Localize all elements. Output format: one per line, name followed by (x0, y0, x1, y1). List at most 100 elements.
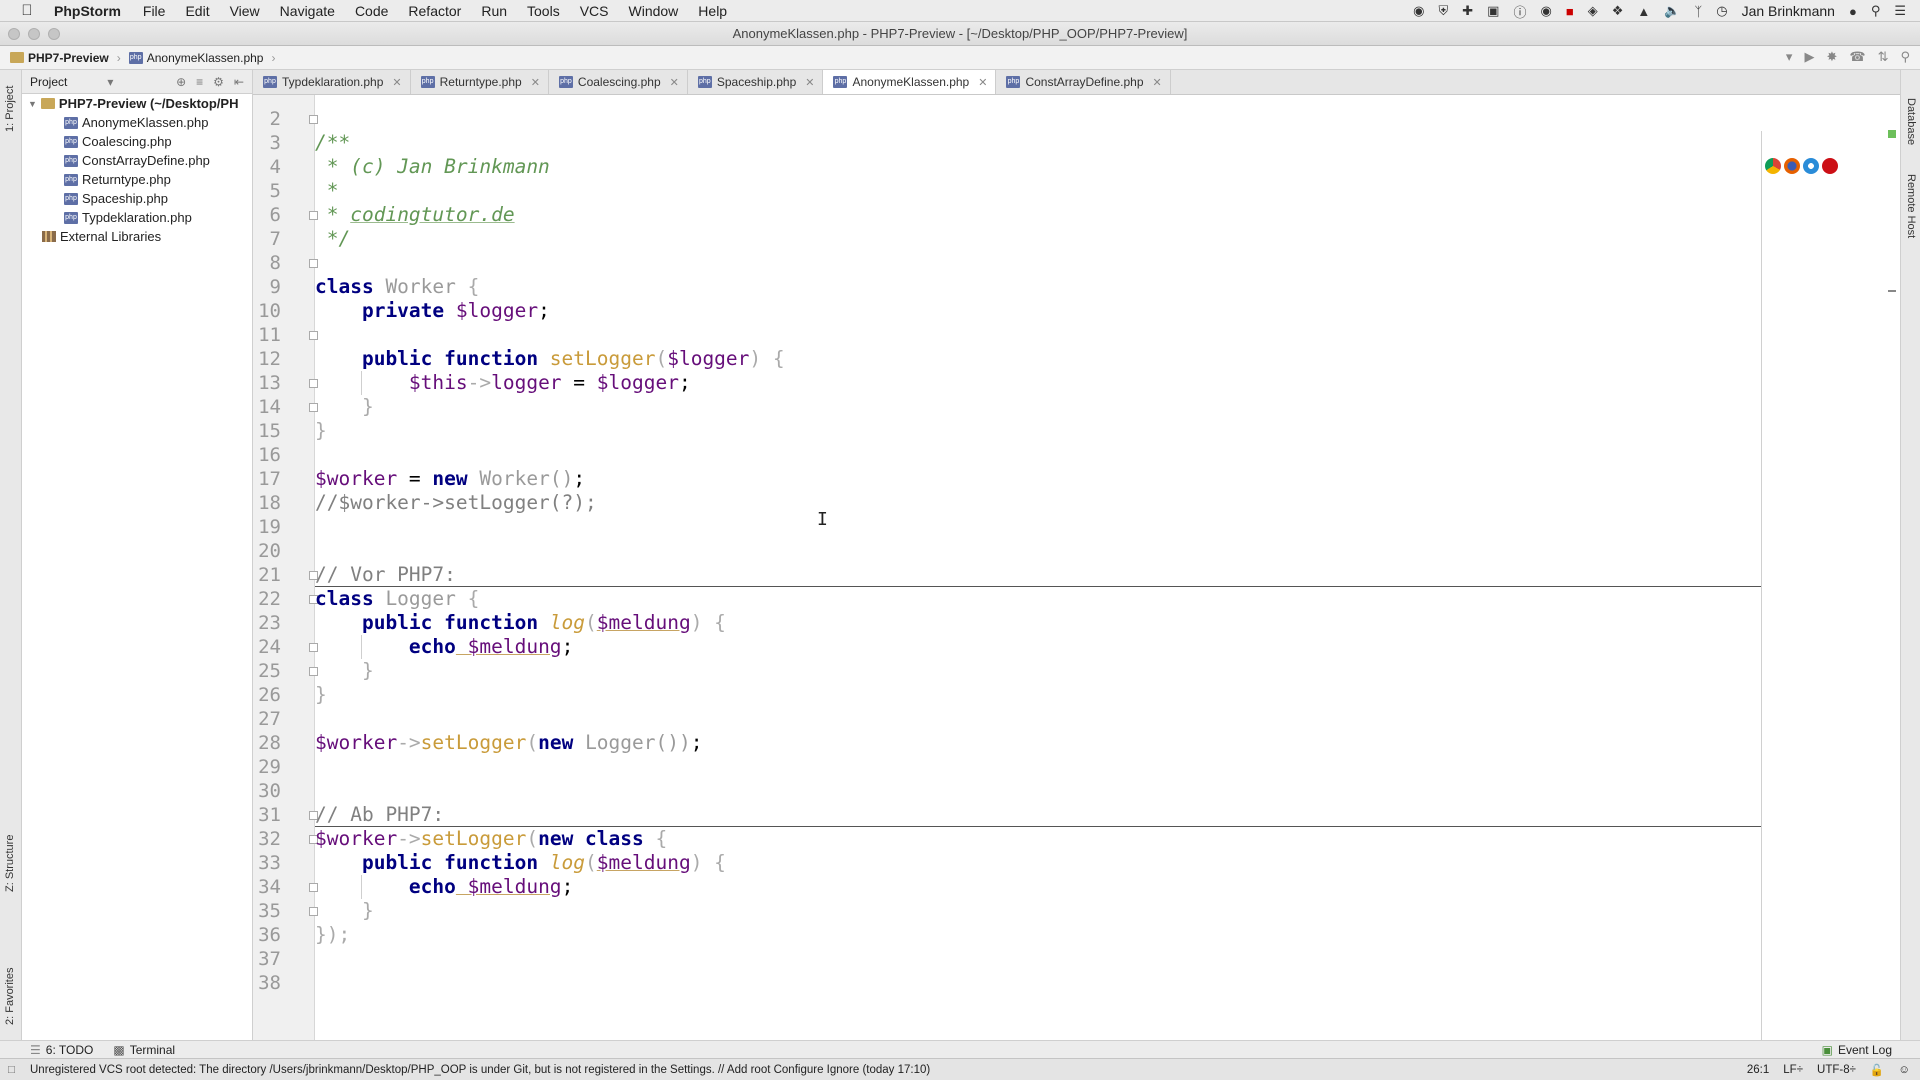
info-icon[interactable]: ⓘ (1513, 2, 1526, 21)
menu-help[interactable]: Help (698, 3, 727, 19)
close-tab-icon[interactable]: ✕ (1153, 76, 1162, 89)
firefox-icon[interactable] (1784, 158, 1800, 174)
file-encoding[interactable]: UTF-8÷ (1817, 1064, 1856, 1076)
line-number: 38 (258, 972, 281, 994)
volume-icon[interactable]: 🔈 (1664, 3, 1680, 19)
tab-typdeklaration[interactable]: php Typdeklaration.php ✕ (253, 70, 411, 94)
tab-constarraydefine[interactable]: php ConstArrayDefine.php ✕ (996, 70, 1171, 94)
record-icon[interactable]: ■ (1566, 4, 1574, 19)
remote-host-tool-button[interactable]: Remote Host (1905, 174, 1917, 238)
inspection-status-icon[interactable] (1888, 130, 1896, 138)
menu-window[interactable]: Window (629, 3, 679, 19)
expand-arrow-icon[interactable]: ▼ (28, 99, 37, 109)
chevron-down-icon[interactable]: ▾ (107, 75, 113, 89)
eye-icon[interactable]: ◉ (1540, 3, 1551, 19)
tab-spaceship[interactable]: php Spaceship.php ✕ (688, 70, 824, 94)
safari-icon[interactable] (1803, 158, 1819, 174)
menu-tools[interactable]: Tools (527, 3, 560, 19)
menu-code[interactable]: Code (355, 3, 388, 19)
gear-icon[interactable]: ⚙ (213, 75, 224, 89)
tree-external-libraries[interactable]: External Libraries (42, 229, 161, 244)
spotlight-icon[interactable]: ⚲ (1871, 3, 1881, 19)
project-tool-button[interactable]: 1: Project (4, 86, 16, 132)
opera-icon[interactable] (1822, 158, 1838, 174)
hide-panel-icon[interactable]: ⇤ (234, 75, 244, 89)
menu-file[interactable]: File (143, 3, 166, 19)
structure-tool-button[interactable]: Z: Structure (4, 835, 16, 892)
terminal-tool-button[interactable]: ▩ Terminal (113, 1043, 175, 1057)
indent-guide (361, 635, 362, 659)
tree-root-project[interactable]: ▼ PHP7-Preview (~/Desktop/PH (28, 96, 238, 111)
tab-returntype[interactable]: php Returntype.php ✕ (411, 70, 549, 94)
editor-scrollbar[interactable] (1888, 130, 1896, 930)
code-line: $worker->setLogger(new class { (315, 827, 668, 850)
chrome-icon[interactable] (1765, 158, 1781, 174)
window-title-bar: AnonymeKlassen.php - PHP7-Preview - [~/D… (0, 22, 1920, 46)
run-config-dropdown-icon[interactable]: ▾ (1786, 49, 1793, 65)
php-file-icon: php (833, 76, 848, 88)
search-icon[interactable]: ⚲ (1900, 49, 1910, 65)
line-number: 9 (269, 276, 281, 298)
lock-icon[interactable]: 🔓 (1870, 1063, 1884, 1077)
close-tab-icon[interactable]: ✕ (392, 76, 401, 89)
status-message[interactable]: Unregistered VCS root detected: The dire… (30, 1064, 930, 1076)
menu-edit[interactable]: Edit (185, 3, 209, 19)
hector-icon[interactable]: ☺ (1898, 1064, 1910, 1076)
todo-tool-button[interactable]: ☰ 6: TODO (30, 1043, 93, 1057)
tree-file-item[interactable]: php Typdeklaration.php (64, 210, 192, 225)
menu-view[interactable]: View (230, 3, 260, 19)
favorites-tool-button[interactable]: 2: Favorites (4, 968, 16, 1025)
close-tab-icon[interactable]: ✕ (670, 76, 679, 89)
debug-icon[interactable]: ✸ (1826, 49, 1837, 65)
app-menu[interactable]: PhpStorm (54, 3, 121, 19)
php-file-icon: php (64, 192, 78, 205)
time-machine-icon[interactable]: ◷ (1716, 3, 1727, 19)
breadcrumb-project[interactable]: PHP7-Preview (10, 51, 109, 65)
scroll-from-source-icon[interactable]: ⊕ (176, 75, 186, 89)
code-line: } (315, 419, 327, 442)
notification-center-icon[interactable]: ☰ (1894, 3, 1906, 19)
tree-file-item[interactable]: php AnonymeKlassen.php (64, 115, 208, 130)
project-view-selector[interactable]: Project (30, 75, 67, 89)
tab-coalescing[interactable]: php Coalescing.php ✕ (549, 70, 688, 94)
caret-position[interactable]: 26:1 (1747, 1064, 1769, 1076)
code-editor[interactable]: 2 3 4 5 6 7 8 9 10 11 12 13 14 15 16 17 18 19 20 21 22 23 24 25… (253, 95, 1900, 1040)
dropbox-icon[interactable]: ❖ (1612, 3, 1624, 19)
run-icon[interactable]: ▶ (1804, 49, 1814, 65)
tab-anonymeklassen[interactable]: php AnonymeKlassen.php ✕ (823, 70, 997, 94)
close-tab-icon[interactable]: ✕ (805, 76, 814, 89)
bluetooth-icon[interactable]: ᛉ (1694, 4, 1702, 19)
breadcrumb-file[interactable]: php AnonymeKlassen.php (128, 51, 263, 65)
menu-vcs[interactable]: VCS (580, 3, 609, 19)
document-icon[interactable]: ▣ (1487, 3, 1499, 19)
close-tab-icon[interactable]: ✕ (531, 76, 540, 89)
tree-file-item[interactable]: php Returntype.php (64, 172, 171, 187)
account-icon[interactable]: ● (1849, 4, 1857, 19)
project-panel-tools: ⊕ ≡ ⚙ ⇤ (176, 75, 244, 89)
evernote-icon[interactable]: ◈ (1588, 3, 1598, 19)
collapse-all-icon[interactable]: ≡ (196, 75, 203, 89)
menu-run[interactable]: Run (481, 3, 507, 19)
code-area[interactable]: /** * (c) Jan Brinkmann * * codingtutor.… (315, 95, 1795, 1040)
shield-icon[interactable]: ⛨ (1439, 3, 1449, 19)
scroll-marker (1888, 290, 1896, 292)
apple-icon[interactable]:  (0, 2, 54, 19)
drive-icon[interactable]: ▲ (1637, 4, 1650, 19)
tree-file-item[interactable]: php Spaceship.php (64, 191, 168, 206)
user-name[interactable]: Jan Brinkmann (1742, 3, 1835, 19)
tree-file-item[interactable]: php Coalescing.php (64, 134, 172, 149)
vcs-icon[interactable]: ⇅ (1878, 49, 1889, 65)
database-tool-button[interactable]: Database (1905, 98, 1917, 145)
status-toggle-icon[interactable]: □ (8, 1064, 15, 1076)
listen-debug-icon[interactable]: ☎ (1849, 49, 1865, 65)
menu-refactor[interactable]: Refactor (408, 3, 461, 19)
tree-file-item[interactable]: php ConstArrayDefine.php (64, 153, 210, 168)
line-separator[interactable]: LF÷ (1783, 1064, 1803, 1076)
close-tab-icon[interactable]: ✕ (978, 76, 987, 89)
event-log-button[interactable]: ▣ Event Log (1822, 1043, 1892, 1057)
status-app-icon[interactable]: ◉ (1413, 3, 1424, 19)
menu-navigate[interactable]: Navigate (280, 3, 335, 19)
plus-icon[interactable]: ✚ (1462, 3, 1473, 19)
line-number: 12 (258, 348, 281, 370)
editor-gutter[interactable]: 2 3 4 5 6 7 8 9 10 11 12 13 14 15 16 17 18 19 20 21 22 23 24 25… (253, 95, 318, 1040)
